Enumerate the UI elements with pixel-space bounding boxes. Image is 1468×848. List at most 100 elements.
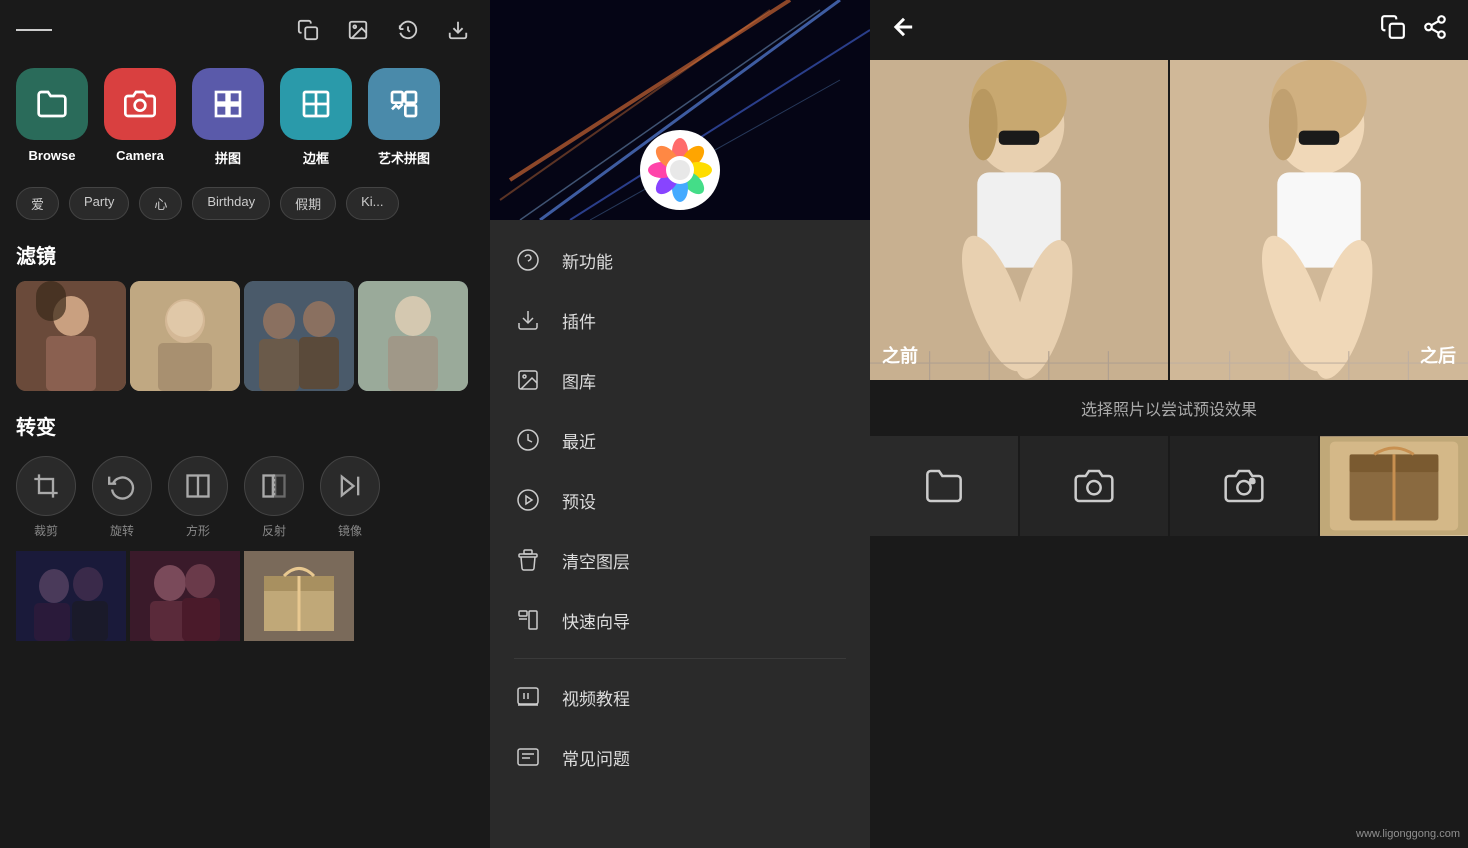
camera-settings-action-button[interactable] [1170,436,1318,536]
tag-birthday[interactable]: Birthday [192,187,270,220]
crop-label: 裁剪 [34,522,58,539]
clear-layers-icon [514,546,542,574]
filter-thumb-4[interactable] [358,281,468,391]
menu-video-tutorial[interactable]: 视频教程 [490,667,870,727]
filter-thumb-2[interactable] [130,281,240,391]
right-toolbar [870,0,1468,60]
new-features-label: 新功能 [562,248,613,273]
menu-gallery[interactable]: 图库 [490,350,870,410]
transform-reflect[interactable]: 反射 [244,456,304,539]
transform-square[interactable]: 方形 [168,456,228,539]
feature-camera[interactable]: Camera [104,68,176,167]
transform-rotate[interactable]: 旋转 [92,456,152,539]
filters-title: 滤镜 [0,232,490,277]
right-copy-icon[interactable] [1380,14,1406,46]
hero-image [490,0,870,220]
back-button[interactable] [890,13,918,47]
tag-love[interactable]: 爱 [16,187,59,220]
menu-new-features[interactable]: 新功能 [490,230,870,290]
tag-heart[interactable]: 心 [139,187,182,220]
hamburger-menu-button[interactable] [16,12,52,48]
art-label: 艺术拼图 [378,148,430,167]
copy-icon[interactable] [292,14,324,46]
recent-icon [514,426,542,454]
reflect-circle [244,456,304,516]
tag-holiday[interactable]: 假期 [280,187,336,220]
preview-text: 选择照片以尝试预设效果 [870,380,1468,436]
app-logo [640,130,720,210]
middle-panel: 新功能 插件 图库 最近 [490,0,870,848]
filter-thumb-3[interactable] [244,281,354,391]
video-tutorial-label: 视频教程 [562,685,630,710]
frame-circle [280,68,352,140]
camera-circle [104,68,176,140]
quick-guide-icon [514,606,542,634]
after-panel: 之后 [1170,60,1468,380]
before-panel: 之前 [870,60,1168,380]
before-after-container: 之前 [870,60,1468,380]
frame-label: 边框 [303,148,329,167]
camera-label: Camera [116,148,164,163]
tag-ki[interactable]: Ki... [346,187,398,220]
menu-quick-guide[interactable]: 快速向导 [490,590,870,650]
gallery-icon [514,366,542,394]
square-circle [168,456,228,516]
before-label: 之前 [882,342,918,368]
menu-faq[interactable]: 常见问题 [490,727,870,787]
tag-party[interactable]: Party [69,187,129,220]
plugins-icon [514,306,542,334]
camera-action-button[interactable] [1020,436,1168,536]
browse-circle [16,68,88,140]
transform-title: 转变 [0,403,490,448]
tags-row: 爱 Party 心 Birthday 假期 Ki... [0,183,490,232]
faq-label: 常见问题 [562,745,630,770]
watermark: www.ligonggong.com [1356,828,1460,840]
feature-grid: Browse Camera 拼图 边框 [0,60,490,183]
menu-clear-layers[interactable]: 清空图层 [490,530,870,590]
recent-photo-button[interactable] [1320,436,1468,536]
feature-puzzle[interactable]: 拼图 [192,68,264,167]
download-icon[interactable] [442,14,474,46]
bottom-thumb-3[interactable] [244,551,354,641]
art-circle [368,68,440,140]
rotate-label: 旋转 [110,522,134,539]
puzzle-label: 拼图 [215,148,241,167]
left-panel: Browse Camera 拼图 边框 [0,0,490,848]
menu-list: 新功能 插件 图库 最近 [490,220,870,797]
menu-recent[interactable]: 最近 [490,410,870,470]
quick-guide-label: 快速向导 [562,608,630,633]
rotate-circle [92,456,152,516]
gallery-label: 图库 [562,368,596,393]
image-icon[interactable] [342,14,374,46]
transform-crop[interactable]: 裁剪 [16,456,76,539]
crop-circle [16,456,76,516]
browse-action-button[interactable] [870,436,1018,536]
transform-row: 裁剪 旋转 方形 反射 [0,448,490,547]
presets-label: 预设 [562,488,596,513]
left-toolbar [0,0,490,60]
puzzle-circle [192,68,264,140]
presets-icon [514,486,542,514]
action-row [870,436,1468,536]
menu-presets[interactable]: 预设 [490,470,870,530]
bottom-photo-row [0,547,490,645]
browse-label: Browse [29,148,76,163]
filter-thumb-1[interactable] [16,281,126,391]
menu-divider [514,658,846,659]
feature-browse[interactable]: Browse [16,68,88,167]
clear-layers-label: 清空图层 [562,548,630,573]
feature-frame[interactable]: 边框 [280,68,352,167]
mirror-label: 镜像 [338,522,362,539]
history-icon[interactable] [392,14,424,46]
share-icon[interactable] [1422,14,1448,46]
feature-art[interactable]: 艺术拼图 [368,68,440,167]
recent-label: 最近 [562,428,596,453]
menu-plugins[interactable]: 插件 [490,290,870,350]
bottom-thumb-1[interactable] [16,551,126,641]
transform-mirror[interactable]: 镜像 [320,456,380,539]
filters-photo-row [0,277,490,403]
after-label: 之后 [1420,342,1456,368]
faq-icon [514,743,542,771]
plugins-label: 插件 [562,308,596,333]
bottom-thumb-2[interactable] [130,551,240,641]
